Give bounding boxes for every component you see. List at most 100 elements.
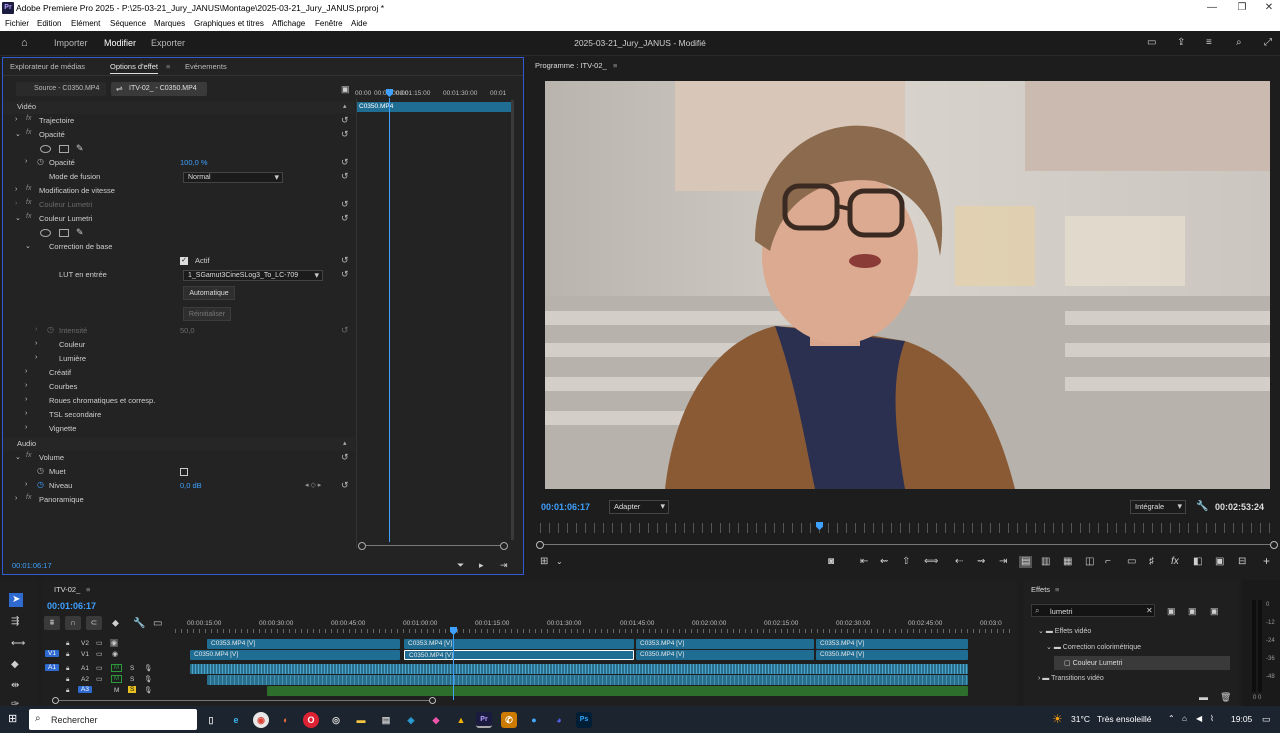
ec-scrollbar[interactable] [511, 100, 514, 540]
nest-icon[interactable]: ⩩ [44, 616, 60, 630]
a1-target[interactable]: A1 [45, 664, 59, 671]
notifications-icon[interactable]: ▭ [1262, 714, 1271, 725]
step-back-icon[interactable]: ⇠ [955, 557, 963, 567]
minimize-icon[interactable]: — [1205, 2, 1219, 13]
timeline-menu-icon[interactable]: ≡ [86, 585, 90, 594]
sync-lock-icon[interactable]: ▭ [96, 650, 103, 658]
section-roues[interactable]: › Roues chromatiques et corresp. [3, 395, 355, 408]
effects-menu-icon[interactable]: ≡ [1055, 585, 1059, 594]
muet-checkbox[interactable] [180, 468, 188, 476]
effect-lumetri-1[interactable]: › fx Couleur Lumetri ↺ [3, 199, 355, 212]
clip-v1-3[interactable]: C0350.MP4 [V] [636, 650, 814, 660]
blend-mode-select[interactable]: Normal [183, 172, 283, 183]
menu-sequence[interactable]: Séquence [110, 19, 146, 28]
effect-vitesse[interactable]: › fx Modification de vitesse [3, 185, 355, 198]
chromium-icon[interactable]: ◎ [328, 712, 344, 728]
weather-icon[interactable]: ☀ [1052, 712, 1063, 726]
tree-transitions[interactable]: › ▬ Transitions vidéo [1038, 675, 1104, 682]
program-ruler[interactable] [540, 523, 1275, 533]
clip-a2[interactable] [207, 675, 968, 685]
effect-volume[interactable]: ⌄ fx Volume ↺ [3, 452, 355, 465]
menu-aide[interactable]: Aide [351, 19, 367, 28]
settings-dropdown-icon[interactable]: ⌄ [556, 557, 563, 567]
add-button-icon[interactable]: + [1263, 555, 1270, 567]
eye-off-icon[interactable]: ◉ [110, 639, 119, 647]
menu-fenetre[interactable]: Fenêtre [315, 19, 343, 28]
mic-icon[interactable]: 🎙︎ [144, 686, 152, 694]
tree-effets-video[interactable]: ⌄ ▬ Effets vidéo [1038, 627, 1091, 635]
proxy-icon[interactable]: ◫ [1085, 557, 1094, 567]
clip-v2-2[interactable]: C0353.MP4 [V] [404, 639, 634, 649]
tree-couleur-lumetri[interactable]: ▢ Couleur Lumetri [1054, 656, 1230, 670]
mic-icon[interactable]: 🎙︎ [144, 664, 152, 672]
timeline-settings-icon[interactable]: 🔧 [133, 619, 145, 629]
effects-search[interactable]: ⌕ lumetri ✕ [1031, 604, 1155, 617]
mark-in-icon[interactable]: ⇤ [860, 557, 868, 567]
menu-fichier[interactable]: Fichier [5, 19, 29, 28]
pen-mask-icon[interactable]: ✎ [76, 143, 84, 154]
ec-zoom-bar[interactable] [358, 542, 508, 550]
selection-tool-icon[interactable]: ➤ [9, 593, 24, 607]
rectangle-mask-icon[interactable] [59, 229, 69, 237]
quality-select[interactable]: Intégrale [1130, 500, 1186, 514]
delete-icon[interactable]: 🗑︎ [1220, 692, 1231, 702]
opacity-value[interactable]: 100,0 % [180, 158, 208, 167]
mute-button[interactable]: M [111, 664, 122, 672]
timeline-ruler[interactable]: 00:00:15:00 00:00:30:00 00:00:45:00 00:0… [175, 618, 1015, 634]
effect-trajectoire[interactable]: › fx Trajectoire ↺ [3, 115, 355, 128]
panel-menu-icon[interactable]: ≡ [166, 62, 170, 71]
safe-margins-icon[interactable]: ⊞ [540, 557, 548, 567]
effect-opacite[interactable]: ⌄ fx Opacité ↺ [3, 129, 355, 142]
clip-a3[interactable] [267, 686, 968, 696]
weather-desc[interactable]: Très ensoleillé [1097, 714, 1152, 724]
mute-button[interactable]: M [111, 675, 122, 683]
notepad-icon[interactable]: ▤ [378, 712, 394, 728]
accelerated-icon[interactable]: ▣ [1167, 606, 1176, 616]
section-creatif[interactable]: › Créatif [3, 367, 355, 380]
solo-button[interactable]: S [130, 676, 134, 683]
sync-lock-icon[interactable]: ▭ [96, 675, 103, 683]
menu-affichage[interactable]: Affichage [272, 19, 305, 28]
clip-v2-1[interactable]: C0353.MP4 [V] [207, 639, 400, 649]
play-audio-icon[interactable]: ▸ [479, 560, 484, 570]
linked-selection-icon[interactable]: ⊂ [86, 616, 102, 630]
stopwatch-icon[interactable]: ◷ [37, 157, 44, 166]
collapse-icon[interactable]: ▴ [343, 102, 347, 110]
tab-effect-controls[interactable]: Options d'effet [110, 62, 158, 74]
param-opacite[interactable]: › ◷ Opacité 100,0 % ↺ [3, 157, 355, 170]
menu-graphiques[interactable]: Graphiques et titres [194, 19, 264, 28]
mic-icon[interactable]: 🎙︎ [144, 675, 152, 683]
slip-tool-icon[interactable]: ⇹ [11, 681, 19, 691]
razor-tool-icon[interactable]: ◆ [11, 660, 19, 670]
clip-v1-4[interactable]: C0350.MP4 [V] [816, 650, 968, 660]
maximize-icon[interactable]: ❐ [1235, 2, 1249, 13]
multicam-icon[interactable]: ▦ [1063, 557, 1072, 567]
clip-v2-3[interactable]: C0353.MP4 [V] [636, 639, 814, 649]
ellipse-mask-icon[interactable] [40, 145, 51, 153]
section-couleur[interactable]: › Couleur [3, 339, 355, 352]
clock[interactable]: 19:05 [1231, 714, 1252, 724]
captions-icon[interactable]: ▭ [153, 619, 162, 629]
param-niveau[interactable]: › ◷ Niveau 0,0 dB ◂ ◇ ▸ ↺ [3, 480, 355, 493]
go-in-icon[interactable]: ⇜ [880, 557, 888, 567]
ripple-edit-icon[interactable]: ⟷ [11, 639, 25, 649]
ec-clip-bar[interactable]: C0350.MP4 [356, 102, 513, 112]
vpn-icon[interactable]: ▲ [453, 712, 469, 728]
section-tsl[interactable]: › TSL secondaire [3, 409, 355, 422]
chrome-icon[interactable]: ◉ [253, 712, 269, 728]
lut-select[interactable]: 1_SGamut3CineSLog3_To_LC-709 [183, 270, 323, 281]
filter-icon[interactable]: ⏷ [457, 560, 464, 570]
reset-button[interactable]: Réinitialiser [183, 307, 231, 321]
app-icon[interactable]: ◆ [428, 712, 444, 728]
menu-element[interactable]: Elément [71, 19, 100, 28]
program-zoom-bar[interactable] [536, 541, 1278, 549]
clear-search-icon[interactable]: ✕ [1146, 606, 1153, 615]
file-explorer-icon[interactable]: ▬ [353, 712, 369, 728]
clip-v1-1[interactable]: C0350.MP4 [V] [190, 650, 400, 660]
weather-temp[interactable]: 31°C [1071, 714, 1090, 724]
actif-checkbox[interactable]: ✓ [180, 257, 188, 265]
firefox-icon[interactable]: ◐ [278, 712, 294, 728]
toggle-timeline-icon[interactable]: ▣ [341, 84, 350, 94]
mark-out-icon[interactable]: ⇥ [999, 557, 1007, 567]
close-icon[interactable]: ✕ [1262, 2, 1276, 13]
